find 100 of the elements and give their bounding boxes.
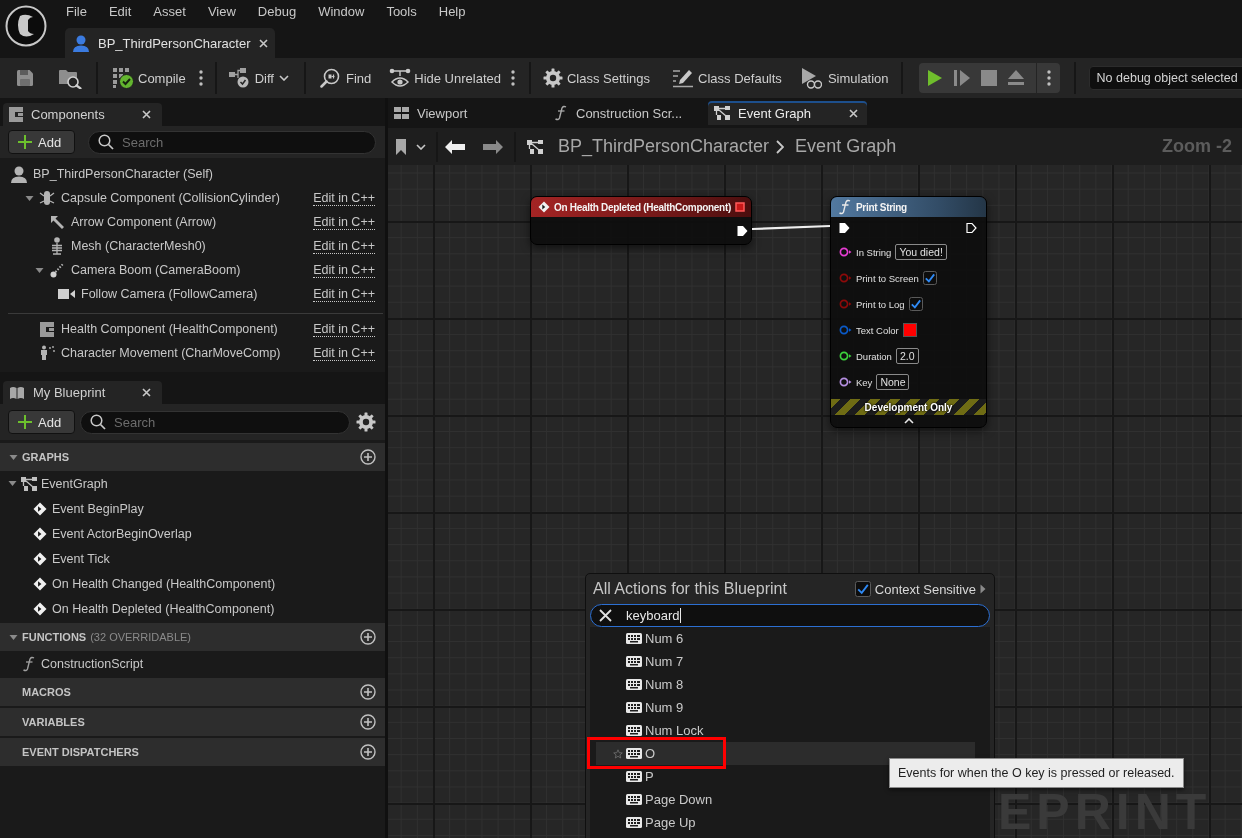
- bookmark-icon[interactable]: [396, 138, 406, 155]
- document-tab[interactable]: BP_ThirdPersonCharacter: [65, 28, 275, 58]
- section-header-bar[interactable]: EVENT DISPATCHERS: [0, 738, 385, 766]
- menu-item[interactable]: File: [66, 3, 87, 20]
- close-icon[interactable]: [599, 609, 612, 622]
- caret-right-icon[interactable]: [980, 584, 986, 594]
- disclosure-triangle-icon[interactable]: [25, 193, 34, 203]
- add-circle-icon[interactable]: [360, 629, 376, 645]
- menu-item[interactable]: Asset: [153, 3, 186, 20]
- exec-pin-icon[interactable]: [839, 222, 850, 234]
- pin-icon[interactable]: [839, 377, 852, 387]
- close-icon[interactable]: [259, 38, 269, 48]
- simulation-button[interactable]: Simulation: [799, 63, 889, 93]
- action-list-item[interactable]: Page Down: [596, 788, 975, 811]
- color-swatch-icon[interactable]: [902, 323, 917, 337]
- panel-tab[interactable]: Components: [3, 103, 162, 126]
- disclosure-triangle-icon[interactable]: [9, 632, 18, 642]
- value-field[interactable]: You died!: [895, 244, 947, 260]
- search-field[interactable]: Search: [88, 130, 376, 154]
- editor-tab[interactable]: Construction Scr...: [548, 101, 700, 125]
- action-list-item[interactable]: O: [596, 742, 975, 765]
- component-label[interactable]: Capsule Component (CollisionCylinder): [61, 191, 280, 205]
- blueprint-item-label[interactable]: ConstructionScript: [41, 656, 144, 671]
- add-circle-icon[interactable]: [360, 449, 376, 465]
- edit-in-cpp-link[interactable]: Edit in C++: [313, 286, 375, 302]
- edit-in-cpp-link[interactable]: Edit in C++: [313, 321, 375, 337]
- menu-item[interactable]: Window: [318, 3, 365, 20]
- add-circle-icon[interactable]: [360, 684, 376, 700]
- more-options-icon[interactable]: [510, 70, 515, 86]
- edit-in-cpp-link[interactable]: Edit in C++: [313, 345, 375, 361]
- section-header-bar[interactable]: MACROS: [0, 678, 385, 706]
- pin-icon[interactable]: [839, 351, 852, 361]
- blueprint-item-label[interactable]: On Health Changed (HealthComponent): [52, 576, 276, 591]
- menu-item[interactable]: View: [207, 3, 236, 20]
- debug-object-dropdown[interactable]: No debug object selected: [1088, 66, 1242, 90]
- add-button[interactable]: Add: [8, 410, 75, 434]
- pin-icon[interactable]: [839, 247, 852, 257]
- section-header-bar[interactable]: FUNCTIONS (32 OVERRIDABLE): [0, 623, 385, 651]
- eject-icon[interactable]: [1006, 70, 1025, 86]
- add-circle-icon[interactable]: [360, 744, 376, 760]
- component-label[interactable]: Health Component (HealthComponent): [61, 322, 278, 336]
- exec-pin-icon[interactable]: [737, 224, 748, 237]
- hide-unrelated-button[interactable]: Hide Unrelated: [389, 63, 501, 93]
- component-label[interactable]: Character Movement (CharMoveComp): [61, 346, 281, 360]
- compile-button[interactable]: Compile: [112, 63, 186, 93]
- value-field[interactable]: 2.0: [895, 348, 919, 364]
- forward-arrow-icon[interactable]: [483, 139, 503, 154]
- checkbox-label[interactable]: Context Sensitive: [874, 581, 976, 597]
- action-list-item[interactable]: Num 9: [596, 696, 975, 719]
- checkbox[interactable]: [922, 271, 937, 285]
- component-label[interactable]: Follow Camera (FollowCamera): [81, 287, 258, 301]
- search-field[interactable]: Search: [80, 410, 350, 434]
- more-options-icon[interactable]: [1046, 70, 1051, 86]
- panel-tab[interactable]: My Blueprint: [3, 381, 162, 404]
- close-icon[interactable]: [142, 388, 151, 397]
- add-button[interactable]: Add: [8, 130, 75, 154]
- stop-icon[interactable]: [980, 70, 997, 86]
- close-icon[interactable]: [142, 110, 151, 119]
- action-list-item[interactable]: Page Up: [596, 811, 975, 834]
- menu-item[interactable]: Tools: [386, 3, 417, 20]
- disclosure-triangle-icon[interactable]: [8, 479, 17, 488]
- action-list-item[interactable]: Num 7: [596, 650, 975, 673]
- blueprint-item-label[interactable]: Event Tick: [52, 551, 110, 566]
- diff-button[interactable]: Diff: [227, 63, 289, 93]
- function-node[interactable]: Print String In String You died! Print to Screen Print to Log Text Color Duration 2.0 Key None Development Only: [830, 196, 987, 428]
- action-list-item[interactable]: Num 6: [596, 627, 975, 650]
- menu-item[interactable]: Edit: [108, 3, 132, 20]
- menu-item[interactable]: Help: [438, 3, 466, 20]
- star-icon[interactable]: [613, 748, 623, 759]
- editor-tab[interactable]: Event Graph: [708, 101, 867, 125]
- action-list-item[interactable]: Num Lock: [596, 719, 975, 742]
- checkbox[interactable]: [854, 581, 871, 597]
- editor-tab[interactable]: Viewport: [388, 101, 540, 125]
- menu-item[interactable]: Debug: [257, 3, 297, 20]
- find-button[interactable]: Find: [319, 63, 372, 93]
- edit-in-cpp-link[interactable]: Edit in C++: [313, 262, 375, 278]
- breadcrumb-item[interactable]: Event Graph: [795, 136, 897, 157]
- blueprint-item-label[interactable]: EventGraph: [41, 476, 108, 491]
- play-icon[interactable]: [926, 69, 943, 87]
- blueprint-item-label[interactable]: Event ActorBeginOverlap: [52, 526, 192, 541]
- back-arrow-icon[interactable]: [445, 139, 465, 154]
- edit-in-cpp-link[interactable]: Edit in C++: [313, 238, 375, 254]
- section-header-bar[interactable]: VARIABLES: [0, 708, 385, 736]
- settings-icon[interactable]: [356, 412, 376, 432]
- class-settings-button[interactable]: Class Settings: [542, 63, 651, 93]
- checkbox[interactable]: [908, 297, 923, 311]
- disclosure-triangle-icon[interactable]: [35, 265, 44, 275]
- edit-in-cpp-link[interactable]: Edit in C++: [313, 190, 375, 206]
- class-defaults-button[interactable]: Class Defaults: [672, 63, 782, 93]
- add-circle-icon[interactable]: [360, 714, 376, 730]
- caret-up-icon[interactable]: [903, 418, 914, 424]
- search-field[interactable]: keyboard: [590, 604, 990, 627]
- component-label[interactable]: Camera Boom (CameraBoom): [71, 263, 241, 277]
- folder-search-icon[interactable]: [58, 67, 82, 89]
- step-forward-icon[interactable]: [952, 69, 971, 87]
- breadcrumb-item[interactable]: BP_ThirdPersonCharacter: [558, 136, 770, 157]
- blueprint-item-label[interactable]: On Health Depleted (HealthComponent): [52, 601, 275, 616]
- component-label[interactable]: BP_ThirdPersonCharacter (Self): [33, 167, 213, 181]
- disclosure-triangle-icon[interactable]: [9, 452, 18, 462]
- event-node[interactable]: On Health Depleted (HealthComponent): [530, 196, 752, 245]
